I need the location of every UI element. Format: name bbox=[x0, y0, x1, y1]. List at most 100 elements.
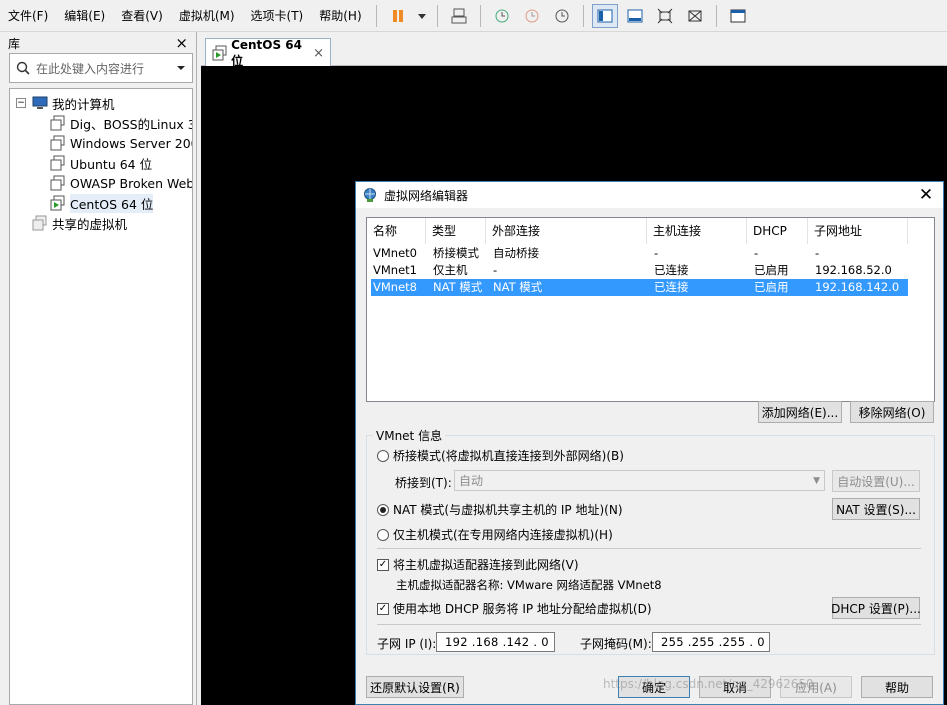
bridged-to-select[interactable]: 自动 ▼ bbox=[454, 470, 825, 491]
vm-icon bbox=[50, 155, 65, 171]
radio-indicator bbox=[377, 503, 389, 516]
library-close-icon[interactable]: × bbox=[175, 34, 188, 52]
restore-defaults-button[interactable]: 还原默认设置(R) bbox=[366, 676, 464, 698]
menu-view[interactable]: 查看(V) bbox=[113, 1, 171, 31]
divider bbox=[377, 624, 921, 625]
cell-subnet: 192.168.52.0 bbox=[815, 263, 892, 277]
cell-host: - bbox=[654, 246, 659, 260]
remove-network-button[interactable]: 移除网络(O) bbox=[850, 401, 934, 423]
host-adapter-name: 主机虚拟适配器名称: VMware 网络适配器 VMnet8 bbox=[396, 578, 662, 592]
nat-mode-radio[interactable]: NAT 模式(与虚拟机共享主机的 IP 地址)(N) bbox=[377, 501, 623, 518]
column-header-type[interactable]: 类型 bbox=[426, 218, 486, 244]
shared-vms-icon bbox=[32, 215, 47, 231]
vmnet-info-group bbox=[366, 435, 935, 655]
tree-item-my-computer[interactable]: − 我的计算机 bbox=[16, 93, 115, 113]
toolbar-separator bbox=[375, 4, 377, 27]
column-header-dhcp[interactable]: DHCP bbox=[747, 218, 808, 244]
checkbox-indicator: ✓ bbox=[377, 602, 389, 615]
tree-item-shared-vms[interactable]: 共享的虚拟机 bbox=[32, 213, 127, 233]
tree-item-vm[interactable]: Ubuntu 64 位 bbox=[50, 153, 152, 173]
tree-label: Windows Server 200 bbox=[70, 135, 193, 151]
virtual-network-editor-dialog: 虚拟网络编辑器 ✕ 名称 类型 外部连接 主机连接 DHCP 子网地址 VMne… bbox=[355, 181, 944, 705]
connect-host-adapter-checkbox[interactable]: ✓ 将主机虚拟适配器连接到此网络(V) bbox=[377, 556, 579, 573]
radio-label: NAT 模式(与虚拟机共享主机的 IP 地址)(N) bbox=[393, 503, 623, 517]
network-row[interactable]: VMnet0 桥接模式 自动桥接 - - - bbox=[371, 245, 908, 262]
dropdown-arrow-icon[interactable] bbox=[415, 4, 429, 28]
help-button[interactable]: 帮助 bbox=[861, 676, 933, 698]
thumbnail-bar-icon[interactable] bbox=[622, 4, 648, 28]
cell-host: 已连接 bbox=[654, 263, 689, 277]
library-tree: − 我的计算机 Dig、BOSS的Linux 3. Windows Server… bbox=[9, 88, 193, 705]
column-header-subnet[interactable]: 子网地址 bbox=[808, 218, 908, 244]
chevron-down-icon: ▼ bbox=[813, 475, 820, 486]
collapse-icon[interactable]: − bbox=[16, 98, 26, 108]
snapshot-manager-icon[interactable] bbox=[549, 4, 575, 28]
toolbar-separator bbox=[479, 4, 481, 27]
fullscreen-icon[interactable] bbox=[652, 4, 678, 28]
menu-edit[interactable]: 编辑(E) bbox=[56, 1, 113, 31]
column-header-name[interactable]: 名称 bbox=[367, 218, 426, 244]
tree-item-vm[interactable]: Dig、BOSS的Linux 3. bbox=[50, 113, 193, 133]
nat-settings-button[interactable]: NAT 设置(S)... bbox=[832, 498, 920, 520]
send-ctrl-alt-del-icon[interactable] bbox=[446, 4, 472, 28]
menu-tabs[interactable]: 选项卡(T) bbox=[243, 1, 312, 31]
network-row[interactable]: VMnet1 仅主机 - 已连接 已启用 192.168.52.0 bbox=[371, 262, 908, 279]
add-network-button[interactable]: 添加网络(E)... bbox=[758, 401, 842, 423]
dialog-close-icon[interactable]: ✕ bbox=[915, 185, 937, 205]
vmnet-info-label: VMnet 信息 bbox=[373, 427, 446, 444]
vm-running-icon bbox=[212, 45, 227, 61]
pause-icon[interactable] bbox=[385, 4, 411, 28]
dialog-title: 虚拟网络编辑器 bbox=[384, 188, 469, 203]
unity-icon[interactable] bbox=[682, 4, 708, 28]
column-header-host[interactable]: 主机连接 bbox=[647, 218, 747, 244]
library-search-input[interactable]: 在此处键入内容进行 bbox=[9, 53, 193, 83]
cell-external: NAT 模式 bbox=[493, 280, 543, 294]
bridged-mode-radio[interactable]: 桥接模式(将虚拟机直接连接到外部网络)(B) bbox=[377, 447, 624, 464]
host-only-mode-radio[interactable]: 仅主机模式(在专用网络内连接虚拟机)(H) bbox=[377, 526, 613, 543]
snapshot-revert-icon[interactable] bbox=[519, 4, 545, 28]
tree-item-vm[interactable]: OWASP Broken Web bbox=[50, 173, 193, 193]
library-view-icon[interactable] bbox=[591, 3, 618, 28]
menu-file[interactable]: 文件(F) bbox=[0, 1, 56, 31]
console-view-icon[interactable] bbox=[725, 4, 751, 28]
tree-label: OWASP Broken Web bbox=[70, 175, 193, 191]
checkbox-indicator: ✓ bbox=[377, 558, 389, 571]
library-title: 库 bbox=[8, 36, 21, 51]
library-header: 库 × bbox=[0, 32, 196, 54]
column-header-external[interactable]: 外部连接 bbox=[486, 218, 647, 244]
menu-vm[interactable]: 虚拟机(M) bbox=[171, 1, 243, 31]
network-list-header: 名称 类型 外部连接 主机连接 DHCP 子网地址 bbox=[367, 218, 934, 244]
cell-dhcp: 已启用 bbox=[754, 263, 789, 277]
tree-item-vm-running[interactable]: CentOS 64 位 bbox=[50, 193, 154, 213]
dhcp-settings-button[interactable]: DHCP 设置(P)... bbox=[831, 597, 921, 619]
tree-label: Dig、BOSS的Linux 3. bbox=[70, 116, 193, 132]
cancel-button[interactable]: 取消 bbox=[699, 676, 771, 698]
apply-button[interactable]: 应用(A) bbox=[780, 676, 852, 698]
auto-settings-button[interactable]: 自动设置(U)... bbox=[832, 470, 920, 492]
toolbar-separator bbox=[715, 4, 717, 27]
network-row-selected[interactable]: VMnet8 NAT 模式 NAT 模式 已连接 已启用 192.168.142… bbox=[371, 279, 908, 296]
bridged-to-label: 桥接到(T): bbox=[395, 476, 452, 490]
ok-button[interactable]: 确定 bbox=[618, 676, 690, 698]
chevron-down-icon[interactable] bbox=[176, 63, 186, 73]
menu-help[interactable]: 帮助(H) bbox=[311, 1, 369, 31]
subnet-ip-input[interactable]: 192 .168 .142 . 0 bbox=[436, 632, 555, 652]
library-panel: 库 × 在此处键入内容进行 − 我的计算机 Dig、BOSS的Linux 3. … bbox=[0, 32, 197, 705]
tab-close-icon[interactable]: × bbox=[313, 46, 324, 61]
use-dhcp-checkbox[interactable]: ✓ 使用本地 DHCP 服务将 IP 地址分配给虚拟机(D) bbox=[377, 600, 652, 617]
vm-icon bbox=[50, 175, 65, 191]
subnet-mask-label: 子网掩码(M): bbox=[580, 637, 652, 651]
cell-dhcp: 已启用 bbox=[754, 280, 789, 294]
radio-indicator bbox=[377, 449, 389, 462]
computer-icon bbox=[32, 96, 48, 109]
tab-centos[interactable]: CentOS 64 位 × bbox=[205, 38, 331, 68]
snapshot-take-icon[interactable] bbox=[489, 4, 515, 28]
subnet-mask-input[interactable]: 255 .255 .255 . 0 bbox=[652, 632, 770, 652]
cell-name: VMnet0 bbox=[373, 246, 417, 260]
network-list[interactable]: 名称 类型 外部连接 主机连接 DHCP 子网地址 VMnet0 桥接模式 自动… bbox=[366, 217, 935, 402]
cell-host: 已连接 bbox=[654, 280, 689, 294]
radio-indicator bbox=[377, 528, 389, 541]
tree-item-vm[interactable]: Windows Server 200 bbox=[50, 133, 193, 153]
radio-label: 桥接模式(将虚拟机直接连接到外部网络)(B) bbox=[393, 449, 624, 463]
radio-label: 仅主机模式(在专用网络内连接虚拟机)(H) bbox=[393, 528, 613, 542]
